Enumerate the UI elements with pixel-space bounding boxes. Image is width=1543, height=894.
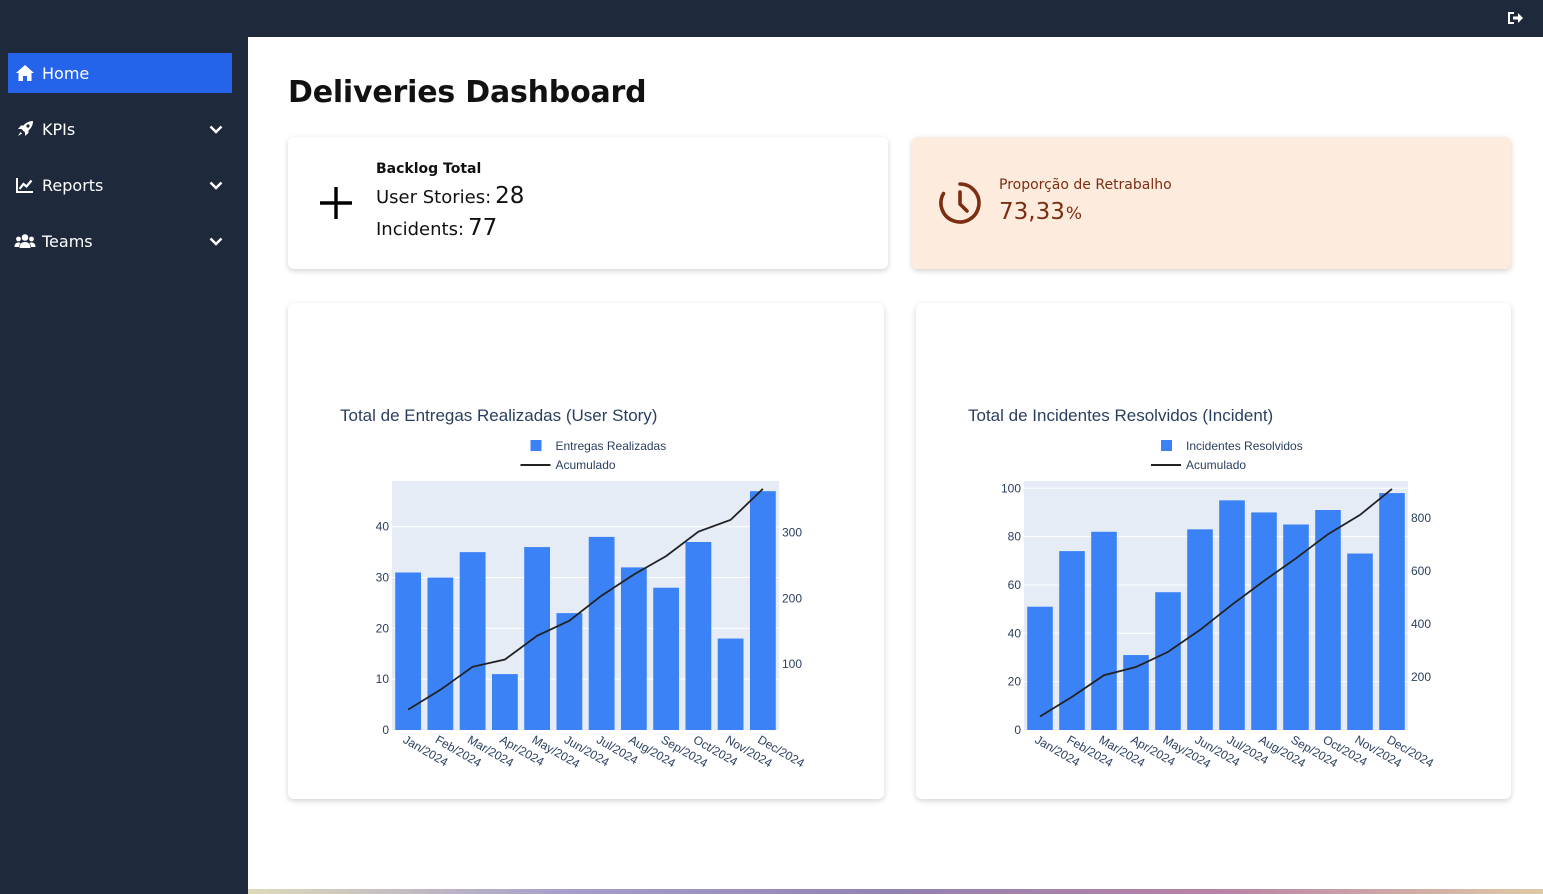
bar [1091,531,1117,730]
y-tick-label-left: 100 [1001,481,1021,495]
rework-card: Proporção de Retrabalho 73,33% [912,137,1511,269]
y-tick-label-left: 10 [376,672,390,686]
backlog-title: Backlog Total [376,161,482,177]
y-tick-label-right: 100 [782,657,802,671]
rocket-icon [14,118,36,140]
user-stories-value: 28 [495,183,525,209]
y-tick-label-left: 60 [1008,578,1022,592]
rework-value-line: 73,33% [999,199,1082,225]
y-tick-label-right: 400 [1411,617,1431,631]
legend-swatch-bar [1161,440,1172,451]
y-tick-label-left: 80 [1008,530,1022,544]
sign-out-icon[interactable] [1505,8,1525,28]
chart-line-icon [14,174,36,196]
chevron-down-icon [209,125,223,134]
legend-label-bar: Entregas Realizadas [556,439,667,453]
bar [717,638,744,730]
y-tick-label-right: 200 [1411,670,1431,684]
backlog-card: Backlog Total User Stories: 28 Incidents:… [288,137,888,269]
bar [1315,510,1341,730]
y-tick-label-left: 20 [1008,675,1022,689]
rework-value: 73,33 [999,199,1065,225]
bar [1283,524,1309,730]
home-icon [14,62,36,84]
legend-label-line: Acumulado [556,458,616,472]
legend-label-bar: Incidentes Resolvidos [1186,439,1303,453]
incidents-label: Incidents: [376,219,465,240]
sidebar-item-home[interactable]: Home [8,53,232,93]
bar [588,536,615,730]
bar [524,547,551,730]
incidents-value: 77 [468,215,498,241]
y-tick-label-left: 0 [1014,723,1021,737]
legend-label-line: Acumulado [1186,458,1246,472]
bar [1219,500,1245,730]
bar [427,577,454,730]
bar [1251,512,1277,730]
y-tick-label-left: 30 [376,571,390,585]
bar [685,541,712,730]
y-tick-label-right: 300 [782,525,802,539]
bar [459,552,486,730]
user-stories-label: User Stories: [376,187,492,208]
bar [749,491,776,730]
chart-title: Total de Incidentes Resolvidos (Incident… [968,406,1273,425]
plus-icon [320,187,352,219]
user-stories-line: User Stories: 28 [376,183,524,209]
top-bar [0,0,1543,37]
chevron-down-icon [209,181,223,190]
deliveries-chart: Total de Entregas Realizadas (User Story… [340,406,807,771]
y-tick-label-left: 0 [382,723,389,737]
y-tick-label-left: 40 [376,520,390,534]
bar [620,567,647,730]
legend-swatch-bar [530,440,542,451]
sidebar-item-label: Teams [42,231,93,251]
main-content: Deliveries Dashboard Backlog Total User … [248,37,1543,894]
chart-card-incidents: Total de Incidentes Resolvidos (Incident… [916,303,1511,799]
incidents-line: Incidents: 77 [376,215,497,241]
chart-title: Total de Entregas Realizadas (User Story… [340,406,657,425]
sidebar-item-teams[interactable]: Teams [8,221,232,261]
bar [1379,493,1405,730]
users-icon [14,230,36,252]
y-tick-label-right: 600 [1411,564,1431,578]
bar [395,572,422,730]
bar [556,613,583,730]
y-tick-label-right: 800 [1411,511,1431,525]
y-tick-label-right: 200 [782,591,802,605]
chart-card-user-stories: Total de Entregas Realizadas (User Story… [288,303,884,799]
clock-icon [939,182,981,224]
page-title: Deliveries Dashboard [288,75,647,110]
y-tick-label-left: 40 [1008,626,1022,640]
bar [653,587,680,730]
chevron-down-icon [209,237,223,246]
sidebar-item-kpis[interactable]: KPIs [8,109,232,149]
bottom-strip [248,889,1543,894]
sidebar-item-reports[interactable]: Reports [8,165,232,205]
sidebar-item-label: KPIs [42,119,76,139]
bar [491,674,518,730]
sidebar-item-label: Reports [42,175,104,195]
y-tick-label-left: 20 [376,621,390,635]
rework-unit: % [1065,204,1083,224]
sidebar-item-label: Home [42,63,90,83]
rework-title: Proporção de Retrabalho [999,177,1172,193]
sidebar: Home KPIs Reports Teams [0,37,248,894]
bar [1347,553,1373,730]
incidents-chart: Total de Incidentes Resolvidos (Incident… [968,406,1436,771]
bar [1155,592,1181,730]
